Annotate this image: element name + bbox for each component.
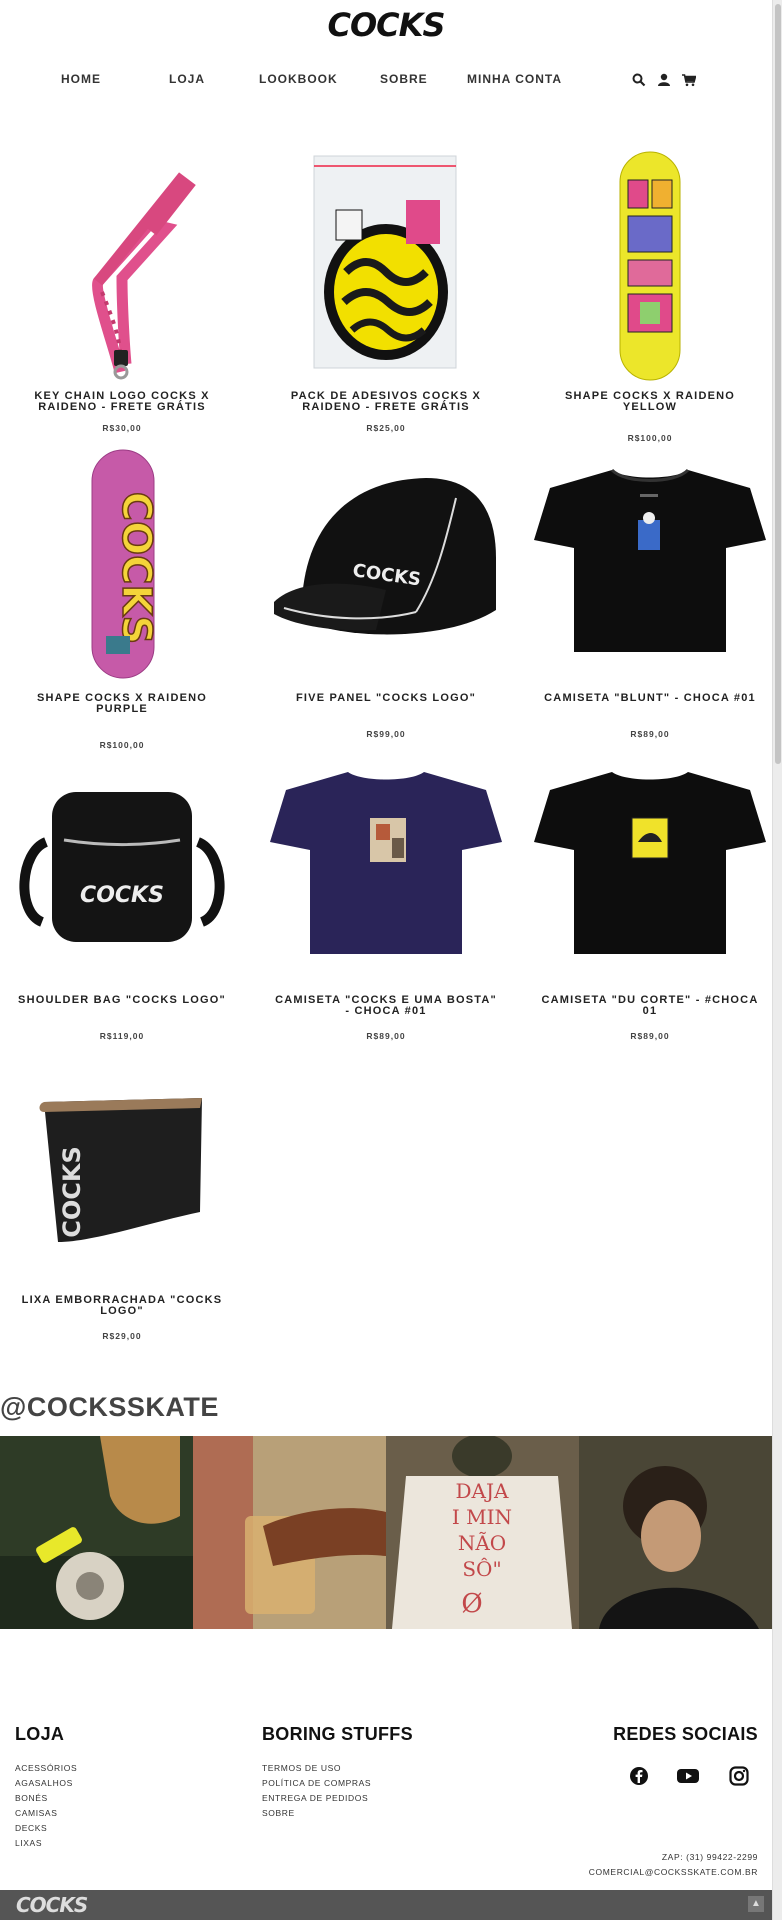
footer-redes-sociais: REDES SOCIAIS — [613, 1724, 758, 1745]
product-price: R$89,00 — [366, 1031, 406, 1041]
product-card[interactable]: CAMISETA "BLUNT" - CHOCA #01 R$89,00 — [530, 440, 770, 739]
product-price: R$119,00 — [99, 1031, 145, 1041]
svg-text:COCKS: COCKS — [113, 492, 159, 645]
footer-link-camisas[interactable]: CAMISAS — [15, 1806, 77, 1821]
footer-loja-title: LOJA — [15, 1724, 65, 1744]
product-name[interactable]: SHAPE COCKS X RAIDENO YELLOW — [530, 391, 770, 413]
instagram-post[interactable] — [193, 1436, 386, 1629]
tshirt-text-line: I MIN — [452, 1505, 512, 1529]
product-card[interactable]: COCKS SHAPE COCKS X RAIDENO PURPLE R$100… — [2, 440, 242, 750]
user-icon[interactable] — [657, 73, 671, 87]
product-name[interactable]: CAMISETA "BLUNT" - CHOCA #01 — [530, 693, 770, 704]
nav-item-minha-conta[interactable]: MINHA CONTA — [467, 72, 562, 86]
product-card[interactable]: COCKS SHOULDER BAG "COCKS LOGO" R$119,00 — [2, 742, 242, 1041]
footer-boring-title: BORING STUFFS — [262, 1724, 413, 1744]
product-image[interactable]: COCKS — [266, 440, 506, 680]
instagram-icon[interactable] — [729, 1766, 749, 1786]
instagram-post-image: DAJA I MIN NÃO SÔ" Ø — [386, 1436, 579, 1629]
footer-link-politica[interactable]: POLÍTICA DE COMPRAS — [262, 1776, 413, 1791]
product-image[interactable]: COCKS — [2, 440, 242, 680]
footer-email[interactable]: COMERCIAL@COCKSSKATE.COM.BR — [589, 1867, 758, 1877]
instagram-post-image — [0, 1436, 193, 1629]
footer-link-entrega[interactable]: ENTREGA DE PEDIDOS — [262, 1791, 413, 1806]
youtube-icon[interactable] — [677, 1766, 699, 1786]
product-image[interactable] — [530, 142, 770, 382]
instagram-handle[interactable]: @COCKSSKATE — [0, 1392, 219, 1423]
scrollbar-thumb[interactable] — [775, 4, 781, 764]
footer-social-title: REDES SOCIAIS — [613, 1724, 758, 1744]
search-icon[interactable] — [632, 73, 646, 87]
footer-boring-stuffs: BORING STUFFS TERMOS DE USO POLÍTICA DE … — [262, 1724, 413, 1821]
main-nav: HOME LOJA LOOKBOOK SOBRE MINHA CONTA — [0, 72, 772, 92]
product-image[interactable]: COCKS — [2, 742, 242, 982]
instagram-post[interactable] — [0, 1436, 193, 1629]
footer-phone[interactable]: ZAP: (31) 99422-2299 — [662, 1852, 758, 1862]
product-price: R$29,00 — [102, 1331, 142, 1341]
product-image[interactable]: COCKS — [2, 1042, 242, 1282]
product-card[interactable]: CAMISETA "COCKS E UMA BOSTA" - CHOCA #01… — [266, 742, 506, 1041]
footer-link-termos[interactable]: TERMOS DE USO — [262, 1761, 413, 1776]
product-image[interactable] — [530, 742, 770, 982]
back-to-top-icon[interactable]: ▲ — [748, 1896, 764, 1912]
instagram-post[interactable] — [579, 1436, 772, 1629]
tshirt-text-line: SÔ" — [462, 1556, 501, 1581]
instagram-post-image — [579, 1436, 772, 1629]
footer-link-sobre[interactable]: SOBRE — [262, 1806, 413, 1821]
product-name[interactable]: KEY CHAIN LOGO COCKS X RAIDENO - FRETE G… — [2, 391, 242, 413]
product-image[interactable] — [2, 142, 242, 382]
product-image[interactable] — [266, 142, 506, 382]
instagram-post[interactable]: DAJA I MIN NÃO SÔ" Ø — [386, 1436, 579, 1629]
product-name[interactable]: LIXA EMBORRACHADA "COCKS LOGO" — [2, 1295, 242, 1317]
product-price: R$99,00 — [366, 729, 406, 739]
nav-item-home[interactable]: HOME — [61, 72, 101, 86]
footer-logo[interactable]: COCKS — [16, 1893, 88, 1917]
instagram-post-image — [193, 1436, 386, 1629]
product-card[interactable]: KEY CHAIN LOGO COCKS X RAIDENO - FRETE G… — [2, 142, 242, 433]
product-name[interactable]: FIVE PANEL "COCKS LOGO" — [266, 693, 506, 704]
product-price: R$30,00 — [102, 423, 142, 433]
cart-icon[interactable] — [682, 73, 696, 87]
tshirt-text-line: DAJA — [456, 1479, 509, 1503]
footer-link-bones[interactable]: BONÉS — [15, 1791, 77, 1806]
nav-item-lookbook[interactable]: LOOKBOOK — [259, 72, 338, 86]
facebook-icon[interactable] — [629, 1766, 649, 1786]
product-name[interactable]: SHOULDER BAG "COCKS LOGO" — [2, 995, 242, 1006]
tshirt-text-line: NÃO — [458, 1531, 506, 1555]
nav-item-loja[interactable]: LOJA — [169, 72, 205, 86]
product-name[interactable]: SHAPE COCKS X RAIDENO PURPLE — [2, 693, 242, 715]
footer-link-decks[interactable]: DECKS — [15, 1821, 77, 1836]
product-name[interactable]: PACK DE ADESIVOS COCKS X RAIDENO - FRETE… — [266, 391, 506, 413]
product-image[interactable] — [530, 440, 770, 680]
nav-item-sobre[interactable]: SOBRE — [380, 72, 428, 86]
footer-link-lixas[interactable]: LIXAS — [15, 1836, 77, 1851]
footer-link-acessorios[interactable]: ACESSÓRIOS — [15, 1761, 77, 1776]
product-card[interactable]: CAMISETA "DU CORTE" - #CHOCA 01 R$89,00 — [530, 742, 770, 1041]
page-scrollbar[interactable] — [772, 0, 782, 1920]
site-logo[interactable]: COCKS — [0, 6, 772, 44]
product-card[interactable]: COCKS FIVE PANEL "COCKS LOGO" R$99,00 — [266, 440, 506, 739]
product-price: R$25,00 — [366, 423, 406, 433]
instagram-feed: DAJA I MIN NÃO SÔ" Ø — [0, 1436, 772, 1629]
svg-text:COCKS: COCKS — [80, 883, 164, 908]
product-card[interactable]: SHAPE COCKS X RAIDENO YELLOW R$100,00 — [530, 142, 770, 443]
product-price: R$89,00 — [630, 729, 670, 739]
product-price: R$89,00 — [630, 1031, 670, 1041]
product-card[interactable]: PACK DE ADESIVOS COCKS X RAIDENO - FRETE… — [266, 142, 506, 433]
product-name[interactable]: CAMISETA "DU CORTE" - #CHOCA 01 — [530, 995, 770, 1017]
svg-text:COCKS: COCKS — [58, 1146, 86, 1238]
footer-link-agasalhos[interactable]: AGASALHOS — [15, 1776, 77, 1791]
tshirt-text-line: Ø — [461, 1589, 482, 1619]
footer-loja: LOJA ACESSÓRIOS AGASALHOS BONÉS CAMISAS … — [15, 1724, 77, 1851]
product-image[interactable] — [266, 742, 506, 982]
footer-bottom-bar: COCKS ▲ — [0, 1890, 772, 1920]
product-card[interactable]: COCKS LIXA EMBORRACHADA "COCKS LOGO" R$2… — [2, 1042, 242, 1341]
product-name[interactable]: CAMISETA "COCKS E UMA BOSTA" - CHOCA #01 — [266, 995, 506, 1017]
